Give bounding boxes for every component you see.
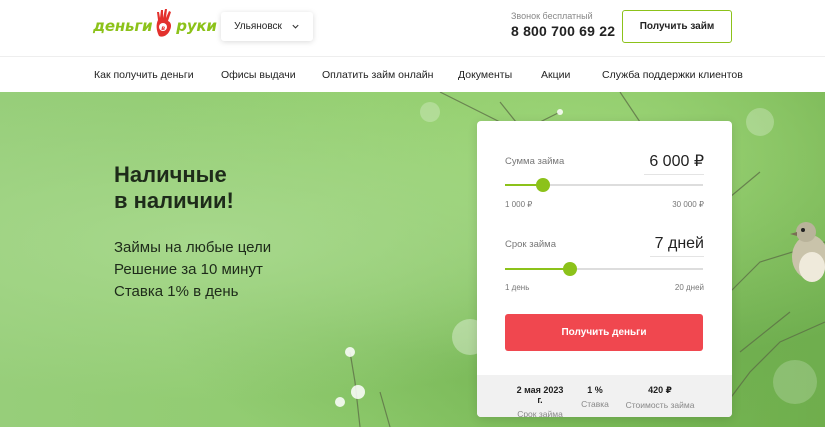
amount-slider-thumb[interactable] [535, 178, 550, 192]
term-slider-fill [505, 268, 571, 270]
phone-number[interactable]: 8 800 700 69 22 [511, 23, 615, 39]
summary-value: 1 % [587, 385, 603, 395]
summary-value: 420 ₽ [648, 385, 672, 395]
nav-item-support[interactable]: Служба поддержки клиентов [602, 69, 743, 81]
nav-item-promotions[interactable]: Акции [541, 69, 570, 81]
chevron-down-icon [292, 24, 299, 29]
summary-cost: 420 ₽ Стоимость займа [623, 385, 697, 410]
amount-max-label: 30 000 ₽ [672, 200, 704, 209]
nav-item-offices[interactable]: Офисы выдачи [221, 69, 296, 81]
svg-text:в: в [161, 25, 165, 32]
amount-label: Сумма займа [505, 156, 565, 167]
summary-value: 2 мая 2023 г. [516, 385, 564, 405]
summary-label: Ставка [581, 399, 609, 409]
hero-title-line2: в наличии! [114, 188, 234, 213]
benefit-item: Ставка 1% в день [114, 283, 239, 300]
phone-label: Звонок бесплатный [511, 11, 593, 21]
term-label: Срок займа [505, 239, 556, 250]
term-slider-thumb[interactable] [563, 262, 578, 276]
term-min-label: 1 день [505, 283, 530, 292]
site-header: деньги в руки Ульяновск Звонок бесплатны… [0, 0, 825, 56]
logo-text-left: деньги [93, 17, 153, 35]
benefit-item: Займы на любые цели [114, 239, 272, 256]
main-nav: Как получить деньги Офисы выдачи Оплатит… [0, 56, 825, 92]
summary-due-date: 2 мая 2023 г. Срок займа [513, 385, 567, 417]
loan-calculator: Сумма займа 6 000 ₽ 1 000 ₽ 30 000 ₽ Сро… [477, 121, 732, 417]
get-loan-header-button[interactable]: Получить займ [622, 10, 732, 43]
nav-item-pay-online[interactable]: Оплатить займ онлайн [322, 69, 433, 81]
summary-label: Стоимость займа [625, 400, 695, 410]
term-slider[interactable] [505, 262, 703, 276]
city-name: Ульяновск [234, 21, 282, 32]
bird-decoration [790, 222, 825, 282]
hero-title-line1: Наличные [114, 162, 227, 187]
term-value-input[interactable]: 7 дней [650, 235, 704, 257]
get-money-button[interactable]: Получить деньги [505, 314, 703, 351]
nav-item-how-to-get[interactable]: Как получить деньги [94, 69, 194, 81]
nav-item-documents[interactable]: Документы [458, 69, 512, 81]
hero-benefits: Займы на любые цели Решение за 10 минут … [114, 237, 271, 303]
amount-slider[interactable] [505, 178, 703, 192]
logo[interactable]: деньги в руки [93, 6, 217, 46]
amount-min-label: 1 000 ₽ [505, 200, 533, 209]
summary-label: Срок займа [517, 409, 563, 417]
logo-text-right: руки [176, 17, 217, 35]
amount-value-input[interactable]: 6 000 ₽ [644, 151, 704, 175]
hero-title: Наличные в наличии! [114, 162, 234, 214]
loan-summary: 2 мая 2023 г. Срок займа 1 % Ставка 420 … [477, 375, 732, 417]
city-selector[interactable]: Ульяновск [221, 12, 313, 41]
benefit-item: Решение за 10 минут [114, 261, 263, 278]
term-max-label: 20 дней [674, 283, 704, 292]
hand-logo-icon: в [156, 9, 172, 37]
summary-rate: 1 % Ставка [579, 385, 611, 409]
